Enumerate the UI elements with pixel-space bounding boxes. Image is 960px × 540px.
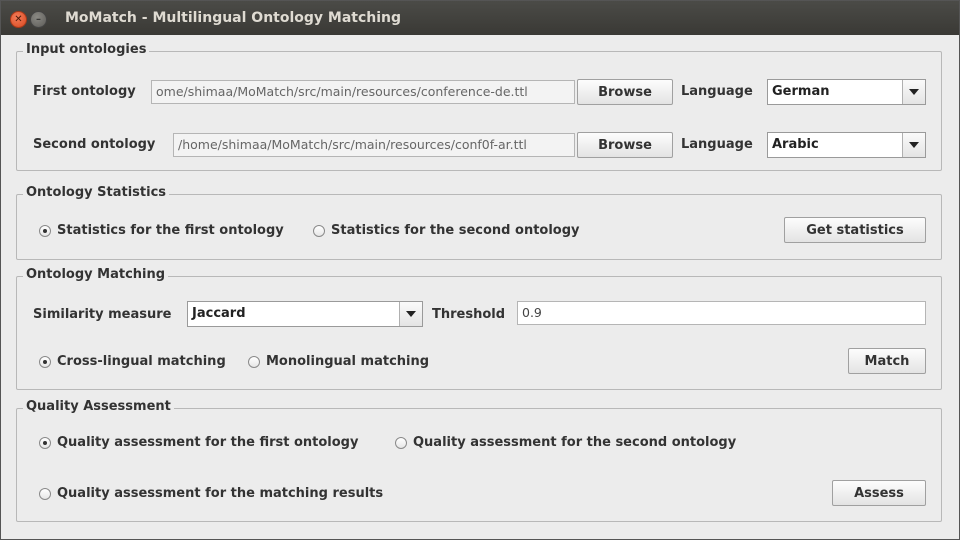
- first-language-select[interactable]: German: [767, 79, 926, 105]
- second-ontology-path-field[interactable]: /home/shimaa/MoMatch/src/main/resources/…: [173, 133, 575, 157]
- input-ontologies-legend: Input ontologies: [23, 42, 150, 57]
- assess-button[interactable]: Assess: [832, 480, 926, 506]
- ontology-statistics-legend: Ontology Statistics: [23, 185, 170, 200]
- threshold-label: Threshold: [432, 307, 506, 322]
- cross-lingual-label: Cross-lingual matching: [57, 354, 226, 369]
- radio-unselected-icon: [313, 224, 325, 237]
- monolingual-radio[interactable]: Monolingual matching: [248, 354, 429, 369]
- input-ontologies-group: Input ontologies First ontology ome/shim…: [16, 42, 942, 171]
- threshold-input[interactable]: 0.9: [517, 301, 926, 325]
- first-language-value: German: [772, 84, 830, 99]
- monolingual-label: Monolingual matching: [266, 354, 430, 369]
- window-title: MoMatch - Multilingual Ontology Matching: [65, 10, 402, 26]
- first-ontology-label: First ontology: [33, 84, 136, 99]
- second-browse-button[interactable]: Browse: [577, 132, 673, 158]
- ontology-statistics-group: Ontology Statistics Statistics for the f…: [16, 185, 942, 260]
- match-button[interactable]: Match: [848, 348, 926, 374]
- radio-selected-icon: [39, 436, 51, 449]
- quality-assessment-group: Quality Assessment Quality assessment fo…: [16, 399, 942, 522]
- quality-first-radio[interactable]: Quality assessment for the first ontolog…: [39, 435, 358, 450]
- ontology-matching-group: Ontology Matching Similarity measure Jac…: [16, 267, 942, 390]
- quality-results-label: Quality assessment for the matching resu…: [57, 486, 384, 501]
- chevron-down-icon[interactable]: [902, 133, 925, 157]
- cross-lingual-radio[interactable]: Cross-lingual matching: [39, 354, 226, 369]
- quality-first-label: Quality assessment for the first ontolog…: [57, 435, 359, 450]
- radio-unselected-icon: [395, 436, 407, 449]
- chevron-down-icon[interactable]: [399, 302, 422, 326]
- similarity-measure-label: Similarity measure: [33, 307, 172, 322]
- chevron-down-icon[interactable]: [902, 80, 925, 104]
- main-window: ✕ – MoMatch - Multilingual Ontology Matc…: [0, 0, 960, 540]
- quality-assessment-legend: Quality Assessment: [23, 399, 174, 414]
- title-bar: ✕ – MoMatch - Multilingual Ontology Matc…: [1, 1, 959, 35]
- statistics-first-label: Statistics for the first ontology: [57, 223, 284, 238]
- second-language-label: Language: [681, 137, 753, 152]
- quality-second-label: Quality assessment for the second ontolo…: [413, 435, 737, 450]
- statistics-second-label: Statistics for the second ontology: [331, 223, 580, 238]
- radio-unselected-icon: [248, 355, 260, 368]
- similarity-measure-select[interactable]: Jaccard: [187, 301, 423, 327]
- close-icon[interactable]: ✕: [10, 11, 27, 28]
- first-ontology-path-field[interactable]: ome/shimaa/MoMatch/src/main/resources/co…: [151, 80, 575, 104]
- radio-selected-icon: [39, 355, 51, 368]
- second-ontology-label: Second ontology: [33, 137, 156, 152]
- ontology-matching-legend: Ontology Matching: [23, 267, 169, 282]
- radio-selected-icon: [39, 224, 51, 237]
- statistics-first-radio[interactable]: Statistics for the first ontology: [39, 223, 284, 238]
- quality-second-radio[interactable]: Quality assessment for the second ontolo…: [395, 435, 736, 450]
- statistics-second-radio[interactable]: Statistics for the second ontology: [313, 223, 580, 238]
- first-language-label: Language: [681, 84, 753, 99]
- second-language-value: Arabic: [772, 137, 819, 152]
- minimize-icon[interactable]: –: [30, 11, 47, 28]
- quality-results-radio[interactable]: Quality assessment for the matching resu…: [39, 486, 383, 501]
- radio-unselected-icon: [39, 487, 51, 500]
- first-browse-button[interactable]: Browse: [577, 79, 673, 105]
- get-statistics-button[interactable]: Get statistics: [784, 217, 926, 243]
- second-language-select[interactable]: Arabic: [767, 132, 926, 158]
- similarity-measure-value: Jaccard: [192, 306, 246, 321]
